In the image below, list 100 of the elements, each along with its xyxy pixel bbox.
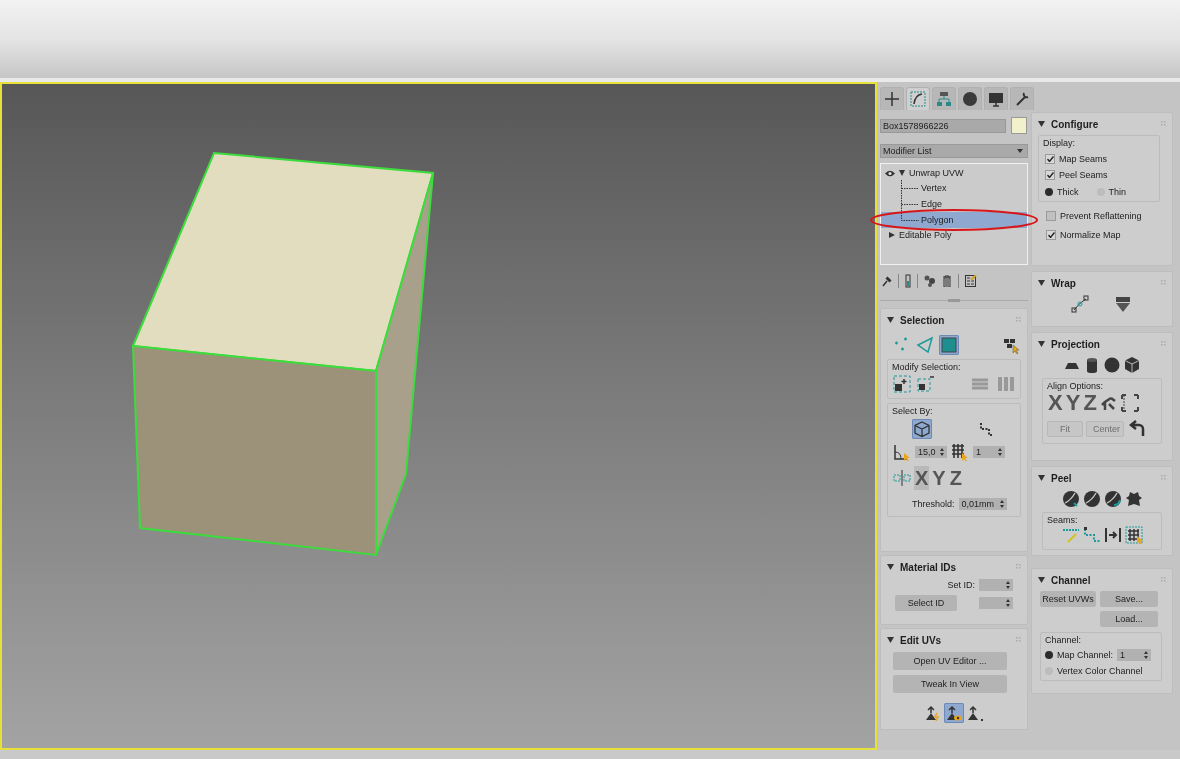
check-mark-icon (1047, 232, 1055, 238)
collapse-triangle-icon[interactable] (1038, 577, 1045, 583)
configure-sets-icon[interactable] (965, 275, 977, 287)
radio-label[interactable]: Map Channel: (1057, 650, 1114, 660)
align-axis-button[interactable]: Z (1082, 391, 1098, 415)
modify-selection-label: Modify Selection: (892, 362, 962, 372)
collapse-triangle-icon[interactable] (1038, 121, 1045, 127)
command-panel-tab[interactable] (1010, 87, 1034, 110)
point-to-point-seams-icon[interactable] (1081, 525, 1102, 545)
save-button[interactable]: Save... (1100, 591, 1158, 607)
command-panel-tab[interactable] (958, 87, 982, 110)
select-id-button[interactable]: Select ID (895, 595, 957, 611)
checkbox[interactable] (1046, 230, 1056, 240)
mirror-select-icon[interactable] (892, 468, 912, 488)
cube-icon[interactable] (912, 419, 932, 439)
open-uv-editor-button[interactable]: Open UV Editor ... (893, 652, 1007, 670)
checkbox[interactable] (1045, 170, 1055, 180)
align-axis-button[interactable]: Y (1064, 391, 1082, 415)
dropdown-arrow-icon (1017, 149, 1023, 153)
rollout-title[interactable]: Peel (1051, 472, 1072, 484)
fit-frame-icon[interactable] (1119, 393, 1140, 413)
reset-uvws-button[interactable]: Reset UVWs (1040, 591, 1096, 607)
checkbox-label[interactable]: Normalize Map (1060, 230, 1121, 240)
radio-label[interactable]: Vertex Color Channel (1057, 666, 1143, 676)
rollout-title[interactable]: Selection (900, 314, 945, 326)
peel-ball-icon[interactable] (1102, 489, 1123, 509)
eye-icon[interactable] (885, 169, 895, 177)
collapse-triangle-icon[interactable] (887, 637, 894, 643)
spline-path-icon[interactable] (1070, 294, 1092, 316)
undo-arrow-icon[interactable] (1127, 419, 1147, 439)
radio-label[interactable]: Thick (1057, 187, 1079, 197)
checkbox-label[interactable]: Prevent Reflattening (1060, 211, 1142, 221)
sphere-icon[interactable] (1102, 355, 1122, 375)
select-id-spinner[interactable] (979, 597, 1013, 609)
checkbox-label[interactable]: Map Seams (1059, 154, 1108, 164)
rollout-title[interactable]: Wrap (1051, 277, 1076, 289)
spinner-arrows-icon (1006, 599, 1010, 607)
align-axis-button[interactable]: X (1047, 391, 1064, 415)
modifier-stack-item[interactable]: Unwrap UVW (909, 168, 964, 178)
rollout-title[interactable]: Material IDs (900, 561, 957, 573)
rollout-title[interactable]: Configure (1051, 118, 1099, 130)
pin-icon[interactable] (882, 275, 892, 287)
radio-button[interactable] (1045, 188, 1053, 196)
spinner-arrows-icon (1144, 651, 1149, 659)
trash-icon[interactable] (942, 275, 952, 287)
tweak-in-view-button[interactable]: Tweak In View (893, 675, 1007, 693)
collapse-triangle-icon[interactable] (887, 564, 894, 570)
angle-spinner[interactable]: 15,0 (915, 446, 947, 458)
grip-icon (1161, 121, 1166, 127)
arrow-to-bar-icon[interactable] (1102, 525, 1123, 545)
axis-toggle[interactable]: X (914, 466, 930, 490)
collapse-triangle-icon[interactable] (1038, 341, 1045, 347)
viewport[interactable] (0, 82, 877, 750)
collapse-triangle-icon[interactable] (1038, 280, 1045, 286)
uv-tool-icon[interactable] (965, 703, 985, 723)
modifier-stack-item[interactable]: Editable Poly (899, 230, 952, 240)
map-channel-spinner[interactable]: 1 (1117, 649, 1152, 661)
rollout-title[interactable]: Projection (1051, 338, 1100, 350)
set-id-spinner[interactable] (979, 579, 1013, 591)
sub-object-level-item[interactable]: Polygon (881, 212, 1027, 228)
radio-label[interactable]: Thin (1108, 187, 1127, 197)
collapse-triangle-icon[interactable] (1038, 475, 1045, 481)
smoothing-spinner[interactable]: 1 (973, 446, 1005, 458)
smoothing-grid-icon[interactable] (950, 442, 970, 462)
rollout-title[interactable]: Edit UVs (900, 634, 942, 646)
sub-object-level-item[interactable]: Edge (881, 196, 1027, 212)
sub-object-level-item[interactable]: Vertex (881, 180, 1027, 196)
command-panel-tab[interactable] (880, 87, 904, 110)
polygon-mode-icon[interactable] (939, 335, 959, 355)
modifier-list-dropdown[interactable]: Modifier List (880, 144, 1028, 158)
uv-tool-eye-icon[interactable] (944, 703, 964, 723)
planar-angle-icon[interactable] (892, 442, 912, 462)
collapsed-triangle-icon[interactable] (889, 232, 895, 238)
peel-ball-icon[interactable] (1060, 489, 1081, 509)
collapse-triangle-icon[interactable] (887, 317, 894, 323)
object-name-field[interactable]: Box1578966226 (880, 118, 1006, 133)
grip-icon (1161, 577, 1166, 583)
splitter-handle-icon[interactable] (880, 298, 1028, 303)
expanded-triangle-icon[interactable] (899, 170, 905, 176)
object-color-swatch[interactable] (1011, 117, 1027, 134)
axis-toggle[interactable]: Z (948, 466, 963, 490)
checkbox[interactable] (1045, 154, 1055, 164)
checkbox-label[interactable]: Peel Seams (1059, 170, 1108, 180)
load-button[interactable]: Load... (1100, 611, 1158, 627)
grid-select-icon[interactable] (1123, 525, 1144, 545)
peel-ball-icon[interactable] (1081, 489, 1102, 509)
box-icon[interactable] (1122, 355, 1142, 375)
radio-button[interactable] (1045, 651, 1053, 659)
rollout-title[interactable]: Channel (1051, 574, 1091, 586)
sphere-icon (961, 90, 979, 108)
grow-selection-icon[interactable] (892, 374, 912, 394)
threshold-spinner[interactable]: 0,01mm (958, 498, 1007, 510)
show-end-result-icon[interactable] (905, 274, 911, 288)
axis-toggle[interactable]: Y (931, 466, 947, 490)
command-panel-tab[interactable] (984, 87, 1008, 110)
command-panel-tab[interactable] (906, 87, 930, 110)
command-panel-tab[interactable] (932, 87, 956, 110)
shrink-selection-icon[interactable] (916, 374, 936, 394)
checkbox[interactable] (1046, 211, 1056, 221)
check-mark-icon (1046, 172, 1054, 178)
